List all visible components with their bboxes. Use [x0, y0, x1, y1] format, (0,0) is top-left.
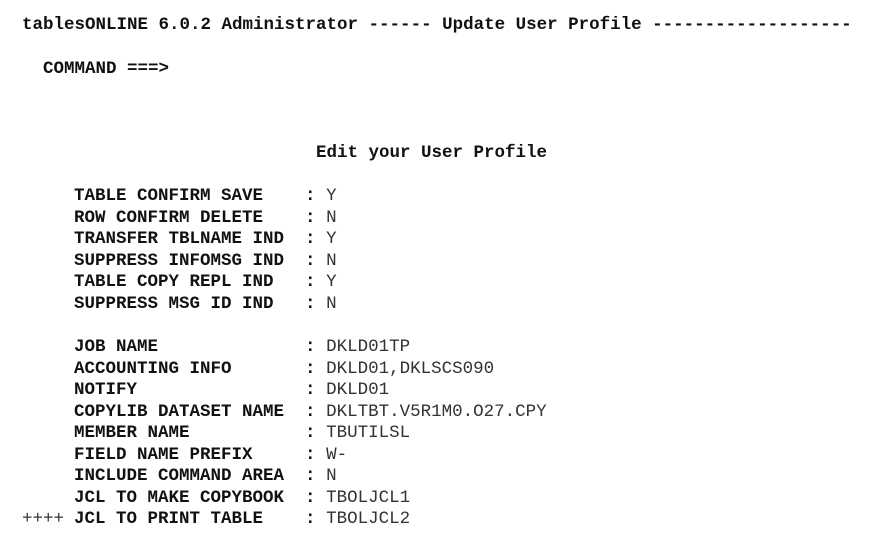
command-input[interactable] [169, 60, 770, 79]
field-value-input[interactable]: N [326, 294, 337, 314]
field-value-input[interactable]: Y [326, 229, 337, 249]
field-separator: : [294, 207, 327, 228]
field-separator: : [294, 250, 327, 271]
profile-field-row: JOB NAME : DKLD01TP [74, 337, 410, 359]
field-separator: : [294, 466, 327, 486]
screen-title: tablesONLINE 6.0.2 Administrator ------ … [22, 15, 852, 35]
field-label: FIELD NAME PREFIX [74, 444, 295, 465]
profile-field-row: COPYLIB DATASET NAME : DKLTBT.V5R1M0.O27… [74, 402, 547, 424]
field-separator: : [294, 509, 327, 529]
field-value-input[interactable]: DKLD01 [326, 380, 389, 400]
field-separator: : [294, 337, 327, 357]
more-indicator: ++++ [22, 509, 65, 529]
field-value-input[interactable]: Y [326, 186, 337, 206]
field-label: NOTIFY [74, 380, 295, 400]
field-separator: : [294, 423, 327, 443]
field-separator: : [294, 229, 327, 249]
field-label: SUPPRESS INFOMSG IND [74, 250, 295, 271]
field-value-input[interactable]: N [326, 251, 337, 271]
field-separator: : [294, 380, 327, 400]
field-value-input[interactable]: DKLTBT.V5R1M0.O27.CPY [326, 402, 547, 422]
field-value-input[interactable]: DKLD01TP [326, 337, 410, 357]
command-label: COMMAND ===> [43, 58, 170, 79]
field-value-input[interactable]: TBOLJCL2 [326, 509, 410, 529]
field-label: JOB NAME [74, 337, 295, 357]
field-separator: : [294, 272, 327, 292]
field-label: ROW CONFIRM DELETE [74, 207, 295, 228]
profile-field-row: FIELD NAME PREFIX : W- [74, 445, 347, 467]
field-separator: : [294, 186, 327, 206]
field-value-input[interactable]: N [326, 208, 337, 228]
profile-field-row: TABLE CONFIRM SAVE : Y [74, 186, 337, 208]
field-separator: : [294, 293, 327, 314]
field-value-input[interactable]: DKLD01,DKLSCS090 [326, 359, 494, 379]
panel-heading: Edit your User Profile [316, 143, 548, 163]
field-value-input[interactable]: N [326, 466, 337, 486]
field-separator: : [294, 444, 327, 465]
field-label: JCL TO PRINT TABLE [74, 509, 295, 529]
profile-field-row: SUPPRESS MSG ID IND : N [74, 294, 337, 316]
profile-field-row: MEMBER NAME : TBUTILSL [74, 423, 410, 445]
field-separator: : [294, 487, 327, 508]
field-label: INCLUDE COMMAND AREA [74, 466, 295, 486]
profile-field-row: NOTIFY : DKLD01 [74, 380, 389, 402]
profile-field-row: INCLUDE COMMAND AREA : N [74, 466, 337, 488]
field-value-input[interactable]: W- [326, 445, 347, 465]
field-label: TABLE CONFIRM SAVE [74, 186, 295, 206]
field-value-input[interactable]: TBOLJCL1 [326, 488, 410, 508]
field-label: TABLE COPY REPL IND [74, 272, 295, 292]
profile-field-row: ACCOUNTING INFO : DKLD01,DKLSCS090 [74, 359, 494, 381]
field-value-input[interactable]: Y [326, 272, 337, 292]
profile-field-row: JCL TO PRINT TABLE : TBOLJCL2 [74, 509, 410, 531]
field-label: JCL TO MAKE COPYBOOK [74, 487, 295, 508]
field-label: SUPPRESS MSG ID IND [74, 293, 295, 314]
field-label: TRANSFER TBLNAME IND [74, 229, 295, 249]
field-label: COPYLIB DATASET NAME [74, 401, 295, 422]
profile-field-row: SUPPRESS INFOMSG IND : N [74, 251, 337, 273]
profile-field-row: TABLE COPY REPL IND : Y [74, 272, 337, 294]
field-separator: : [294, 401, 327, 422]
field-value-input[interactable]: TBUTILSL [326, 423, 410, 443]
field-label: MEMBER NAME [74, 423, 295, 443]
field-separator: : [294, 358, 327, 379]
profile-field-row: JCL TO MAKE COPYBOOK : TBOLJCL1 [74, 488, 410, 510]
profile-field-row: TRANSFER TBLNAME IND : Y [74, 229, 337, 251]
field-label: ACCOUNTING INFO [74, 358, 295, 379]
profile-field-row: ROW CONFIRM DELETE : N [74, 208, 337, 230]
command-line: COMMAND ===> [22, 37, 770, 80]
